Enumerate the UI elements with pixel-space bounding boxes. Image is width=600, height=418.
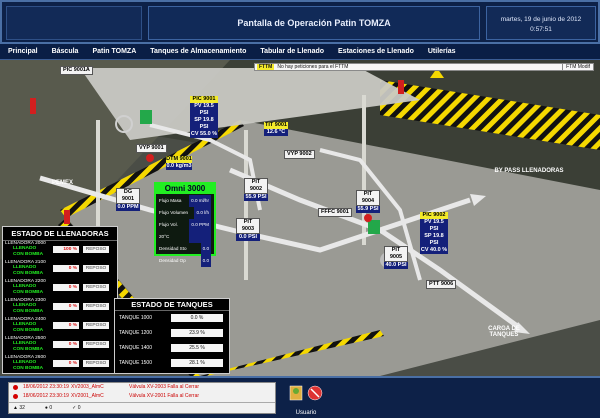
tanques-panel: ESTADO DE TANQUES TANQUE 1000 0.0 % TANQ…	[114, 298, 230, 374]
omni-row: Densidad Op 0.0	[159, 255, 211, 267]
alarm-panel[interactable]: 18/06/2012 23:30:19 XV2003_AlmC Válvula …	[8, 382, 276, 414]
tag-pit-9003[interactable]: PIT 9003 0.0 PSI	[236, 218, 260, 241]
nav-item-estaciones-llenado[interactable]: Estaciones de Llenado	[338, 48, 414, 55]
tanque-row[interactable]: TANQUE 1000 0.0 %	[115, 311, 229, 326]
tanque-level: 28.1 %	[171, 359, 223, 367]
llenadora-percent: 0 %	[53, 284, 79, 291]
llenadoras-title: ESTADO DE LLENADORAS	[3, 227, 117, 241]
llenadora-state: REPOSO	[83, 341, 109, 348]
alarm-ack: ✓ 0	[72, 405, 81, 411]
alarm-count: ▲ 32	[13, 405, 25, 411]
datetime-panel: martes, 19 de junio de 2012 0:57:51	[486, 6, 596, 40]
user-area[interactable]: Usuario	[284, 382, 328, 416]
llenadora-state: REPOSO	[83, 322, 109, 329]
omni-row: Flujo Volumen 0.0 l/h	[159, 207, 211, 219]
llenadora-row[interactable]: LLENADORA 2600 LLENADO CON BOMBA 0 % REP…	[3, 355, 117, 374]
omni-row: Flujo Masa 0.0 ml/hr	[159, 195, 211, 207]
llenadora-state: REPOSO	[83, 303, 109, 310]
llenadora-state: REPOSO	[83, 265, 109, 272]
llenadoras-panel: ESTADO DE LLENADORAS LLENADORA 2000 LLEN…	[2, 226, 118, 374]
tag-pit-9005[interactable]: PIT 9005 40.0 PSI	[384, 246, 408, 269]
tag-dg-9001[interactable]: DG 9001 0.0 PPM	[116, 188, 140, 211]
alarm-row[interactable]: 18/06/2012 23:30:19 XV2003_AlmC Válvula …	[9, 383, 275, 392]
tag-fffc-9001[interactable]: FFFC 9001	[318, 208, 352, 217]
current-date: martes, 19 de junio de 2012	[500, 16, 582, 23]
omni-row: Flujo Vol. 20°C 0.0 PPM	[159, 219, 211, 243]
tag-pit-9002[interactable]: PIT 9002 55.9 PSI	[244, 178, 268, 201]
llenadora-row[interactable]: LLENADORA 2000 LLENADO CON BOMBA 100 % R…	[3, 241, 117, 260]
llenadora-state: REPOSO	[83, 284, 109, 291]
tag-dtm-9001[interactable]: DTM 9001 0.0 kg/m3	[166, 156, 192, 170]
omni-row: Densidad Sto 0.0	[159, 243, 211, 255]
ftm-message: No hay peticiones para el FTTM	[277, 64, 349, 70]
omni-meter-panel[interactable]: Omni 3000 Flujo Masa 0.0 ml/hr Flujo Volu…	[154, 182, 216, 267]
tag-tit-9001[interactable]: TIT 9001 12.6 °C	[264, 122, 288, 136]
tag-pic-9002[interactable]: PIC 9002 PV 19.5 PSI SP 19.8 PSI CV 40.0…	[420, 212, 448, 254]
llenadora-state: REPOSO	[83, 246, 109, 253]
tanque-level: 25.5 %	[171, 344, 223, 352]
nav-item-patin-tomza[interactable]: Patin TOMZA	[92, 48, 136, 55]
title-panel: Pantalla de Operación Patin TOMZA	[148, 6, 480, 40]
alarm-row[interactable]: 18/06/2012 23:30:19 XV2001_AlmC Válvula …	[9, 392, 275, 401]
valve-green-1[interactable]	[140, 110, 152, 124]
nav-item-tanques-almacenamiento[interactable]: Tanques de Almacenamiento	[150, 48, 246, 55]
llenadora-percent: 0 %	[53, 265, 79, 272]
tanques-title: ESTADO DE TANQUES	[115, 299, 229, 311]
llenadora-percent: 0 %	[53, 341, 79, 348]
alarm-unack: ● 0	[44, 405, 53, 411]
user-icons	[289, 385, 323, 401]
ftm-message-bar: FTTM No hay peticiones para el FTTM FTM …	[254, 63, 594, 71]
label-bypass: BY PASS LLENADORAS	[494, 168, 564, 174]
tag-pic-9001a[interactable]: PIC 9001A	[60, 66, 93, 75]
llenadora-state: REPOSO	[83, 360, 109, 367]
llenadora-row[interactable]: LLENADORA 2300 LLENADO CON BOMBA 0 % REP…	[3, 298, 117, 317]
tanque-row[interactable]: TANQUE 1500 28.1 %	[115, 356, 229, 371]
header-bar: Pantalla de Operación Patin TOMZA martes…	[0, 0, 600, 44]
tag-pic-9001[interactable]: PIC 9001 PV 19.5 PSI SP 19.8 PSI CV 55.0…	[190, 96, 218, 138]
nav-item-utilerias[interactable]: Utilerías	[428, 48, 456, 55]
extinguisher-2	[64, 210, 70, 224]
label-pemex: PEMEX	[52, 180, 74, 186]
llenadora-percent: 0 %	[53, 360, 79, 367]
nav-item-tabular-llenado[interactable]: Tabular de Llenado	[260, 48, 324, 55]
nav-item-principal[interactable]: Principal	[8, 48, 38, 55]
llenadora-row[interactable]: LLENADORA 2200 LLENADO CON BOMBA 0 % REP…	[3, 279, 117, 298]
llenadora-row[interactable]: LLENADORA 2400 LLENADO CON BOMBA 0 % REP…	[3, 317, 117, 336]
tanque-row[interactable]: TANQUE 1400 25.5 %	[115, 341, 229, 356]
extinguisher-3	[398, 80, 404, 94]
alarm-icon	[13, 394, 18, 399]
tag-vyp-9002[interactable]: VYP 9002	[284, 150, 315, 159]
logo-panel	[6, 6, 142, 40]
omni-meter-title: Omni 3000	[156, 184, 214, 194]
nav-item-bascula[interactable]: Báscula	[52, 48, 79, 55]
tanque-level: 23.9 %	[171, 329, 223, 337]
llenadora-row[interactable]: LLENADORA 2100 LLENADO CON BOMBA 0 % REP…	[3, 260, 117, 279]
tag-pit-9004[interactable]: PIT 9004 55.9 PSI	[356, 190, 380, 213]
extinguisher-1	[30, 98, 36, 114]
main-nav: Principal Báscula Patin TOMZA Tanques de…	[0, 44, 600, 60]
llenadora-percent: 0 %	[53, 303, 79, 310]
llenadora-percent: 0 %	[53, 322, 79, 329]
tanque-level: 0.0 %	[171, 314, 223, 322]
ftm-label: FTTM	[257, 64, 275, 70]
tanque-row[interactable]: TANQUE 1200 23.9 %	[115, 326, 229, 341]
user-label: Usuario	[295, 410, 317, 416]
ftm-end-button[interactable]: FTM Modif	[562, 64, 593, 70]
label-carga: CARGA DE TANQUES	[488, 326, 520, 338]
tag-vyp-9001[interactable]: VYP 9001	[136, 144, 167, 153]
valve-green-2[interactable]	[368, 220, 380, 234]
page-title: Pantalla de Operación Patin TOMZA	[237, 18, 391, 28]
alarm-icon	[13, 385, 18, 390]
alarm-footer: ▲ 32 ● 0 ✓ 0	[9, 402, 275, 413]
bottom-bar: 18/06/2012 23:30:19 XV2003_AlmC Válvula …	[0, 376, 600, 418]
llenadora-percent: 100 %	[53, 246, 79, 253]
current-time: 0:57:51	[530, 26, 552, 33]
llenadora-row[interactable]: LLENADORA 2500 LLENADO CON BOMBA 0 % REP…	[3, 336, 117, 355]
tag-ptt-9006[interactable]: PTT 9006	[426, 280, 457, 289]
